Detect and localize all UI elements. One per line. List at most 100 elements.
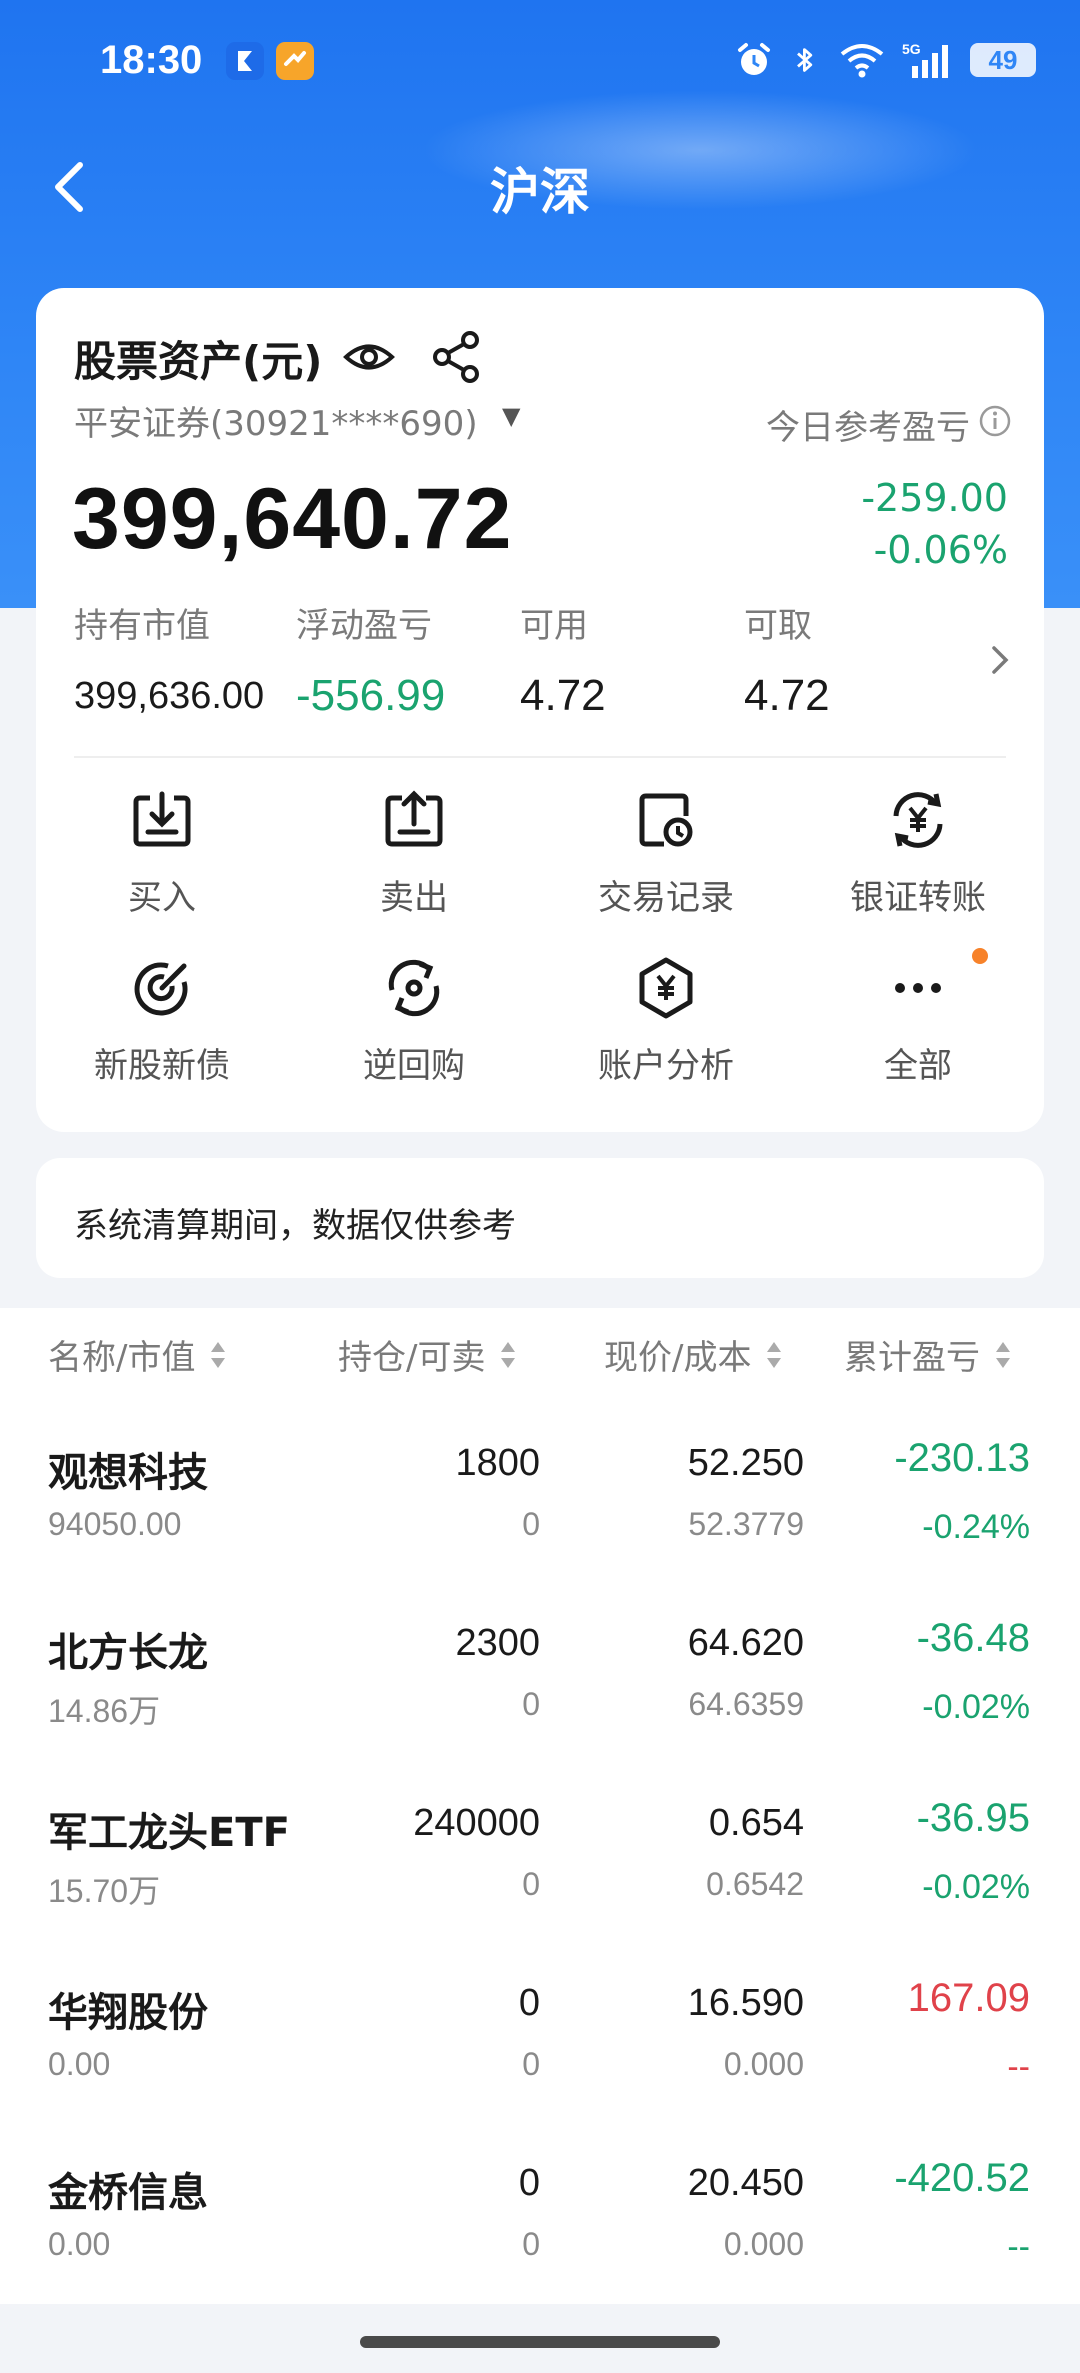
stock-price: 20.450 [687, 2162, 804, 2204]
header-label: 累计盈亏 [844, 1338, 980, 1378]
stock-available: 0 [522, 2226, 540, 2262]
bank-transfer-button[interactable]: 银证转账 [792, 788, 1044, 948]
upload-tray-icon [385, 790, 443, 847]
wifi-icon [840, 44, 884, 78]
stock-pnl: -420.52 [894, 2156, 1030, 2200]
stock-position: 2300 [455, 1622, 540, 1664]
notice-text: 系统清算期间，数据仅供参考 [74, 1206, 516, 1246]
action-label: 逆回购 [363, 1046, 465, 1086]
table-row[interactable]: 北方长龙 14.86万 2300 0 64.620 64.6359 -36.48… [0, 1602, 1080, 1782]
table-row[interactable]: 军工龙头ETF 15.70万 240000 0 0.654 0.6542 -36… [0, 1782, 1080, 1962]
stock-price: 16.590 [687, 1982, 804, 2024]
stock-cost: 0.6542 [706, 1866, 804, 1902]
trade-records-button[interactable]: 交易记录 [540, 788, 792, 948]
battery-indicator: 49 [970, 43, 1036, 77]
eye-icon[interactable] [342, 330, 396, 384]
stock-available: 0 [522, 1506, 540, 1542]
notification-app-icon [226, 42, 264, 80]
header-label: 现价/成本 [604, 1338, 752, 1378]
home-indicator[interactable] [360, 2336, 720, 2348]
stock-price: 52.250 [687, 1442, 804, 1484]
table-row[interactable]: 金桥信息 0.00 0 0 20.450 0.000 -420.52 -- [0, 2142, 1080, 2322]
stock-name: 金桥信息 [48, 2170, 208, 2216]
stock-pnl: -36.48 [916, 1616, 1030, 1660]
sell-button[interactable]: 卖出 [288, 788, 540, 948]
stock-price: 64.620 [687, 1622, 804, 1664]
today-pnl-percent: -0.06% [873, 528, 1008, 572]
stock-pnl: -230.13 [894, 1436, 1030, 1480]
stock-pnl-percent: -0.02% [922, 1688, 1030, 1726]
stock-available: 0 [522, 2046, 540, 2082]
action-label: 账户分析 [598, 1046, 734, 1086]
sort-name-header[interactable]: 名称/市值 [48, 1330, 227, 1379]
buy-button[interactable]: 买入 [36, 788, 288, 948]
sort-position-header[interactable]: 持仓/可卖 [338, 1330, 517, 1379]
today-pnl-label: 今日参考盈亏 [766, 408, 970, 448]
metric-available: 可用 4.72 [520, 598, 606, 721]
stock-position: 0 [518, 2162, 540, 2204]
more-dots-icon [895, 983, 941, 993]
info-icon[interactable] [978, 404, 1012, 438]
sort-price-header[interactable]: 现价/成本 [604, 1330, 783, 1379]
metric-value: 4.72 [744, 671, 830, 720]
stock-market-value: 94050.00 [48, 1506, 182, 1542]
today-pnl-amount: -259.00 [861, 476, 1008, 520]
action-label: 卖出 [380, 878, 448, 918]
header-label: 持仓/可卖 [338, 1338, 486, 1378]
account-selector[interactable]: 平安证券(30921****690) [74, 396, 478, 445]
stock-name: 观想科技 [48, 1450, 208, 1496]
action-label: 银证转账 [850, 878, 986, 918]
reverse-repo-icon [388, 959, 440, 1017]
reverse-repo-button[interactable]: 逆回购 [288, 956, 540, 1116]
sort-icon [211, 1341, 226, 1368]
metric-label: 可取 [744, 606, 812, 646]
table-row[interactable]: 观想科技 94050.00 1800 0 52.250 52.3779 -230… [0, 1422, 1080, 1602]
status-time: 18:30 [100, 38, 203, 82]
total-asset-value: 399,640.72 [72, 471, 513, 567]
action-label: 买入 [128, 878, 196, 918]
sort-icon [767, 1341, 782, 1368]
stock-position: 0 [518, 1982, 540, 2024]
bluetooth-icon [797, 48, 813, 72]
holdings-table-header: 名称/市值 持仓/可卖 现价/成本 累计盈亏 [0, 1320, 1080, 1390]
action-label: 新股新债 [94, 1046, 230, 1086]
alarm-icon [738, 43, 770, 75]
metric-label: 可用 [520, 606, 588, 646]
share-icon[interactable] [430, 330, 484, 384]
stock-cost: 64.6359 [688, 1686, 804, 1722]
header-label: 名称/市值 [48, 1338, 196, 1378]
target-icon [134, 962, 188, 1016]
hexagon-yuan-icon [639, 957, 693, 1019]
sort-pnl-header[interactable]: 累计盈亏 [844, 1330, 1012, 1379]
metric-value: 4.72 [520, 671, 606, 720]
all-functions-button[interactable]: 全部 [792, 948, 1044, 1116]
ipo-subscription-button[interactable]: 新股新债 [36, 956, 288, 1116]
notification-dot [972, 948, 988, 964]
account-analysis-button[interactable]: 账户分析 [540, 956, 792, 1116]
stock-name: 华翔股份 [48, 1990, 208, 2036]
download-tray-icon [133, 791, 191, 847]
stock-market-value: 15.70万 [48, 1873, 161, 1909]
stock-pnl-percent: -- [1007, 2228, 1030, 2266]
stock-pnl-percent: -- [1007, 2048, 1030, 2086]
stock-pnl: 167.09 [907, 1976, 1030, 2020]
svg-text:5G: 5G [902, 41, 921, 57]
status-bar: 18:30 5G 49 [0, 0, 1080, 120]
stock-name: 军工龙头ETF [48, 1810, 290, 1856]
notification-app-icon-2 [276, 42, 314, 80]
metric-floating-pnl: 浮动盈亏 -556.99 [296, 598, 445, 721]
sort-icon [501, 1341, 516, 1368]
metric-value: 399,636.00 [74, 675, 265, 717]
signal-5g-icon: 5G [902, 41, 948, 78]
table-row[interactable]: 华翔股份 0.00 0 0 16.590 0.000 167.09 -- [0, 1962, 1080, 2142]
stock-available: 0 [522, 1866, 540, 1902]
caret-down-icon[interactable]: ▼ [502, 402, 520, 430]
asset-metrics[interactable]: 持有市值 399,636.00 浮动盈亏 -556.99 可用 4.72 可取 … [74, 598, 1004, 721]
stock-pnl-percent: -0.02% [922, 1868, 1030, 1906]
stock-market-value: 0.00 [48, 2226, 111, 2262]
stock-pnl-percent: -0.24% [922, 1508, 1030, 1546]
chevron-right-icon[interactable] [984, 640, 1014, 680]
metric-label: 浮动盈亏 [296, 606, 432, 646]
stock-cost: 0.000 [723, 2046, 804, 2082]
today-pnl: -259.00 -0.06% [861, 472, 1008, 576]
